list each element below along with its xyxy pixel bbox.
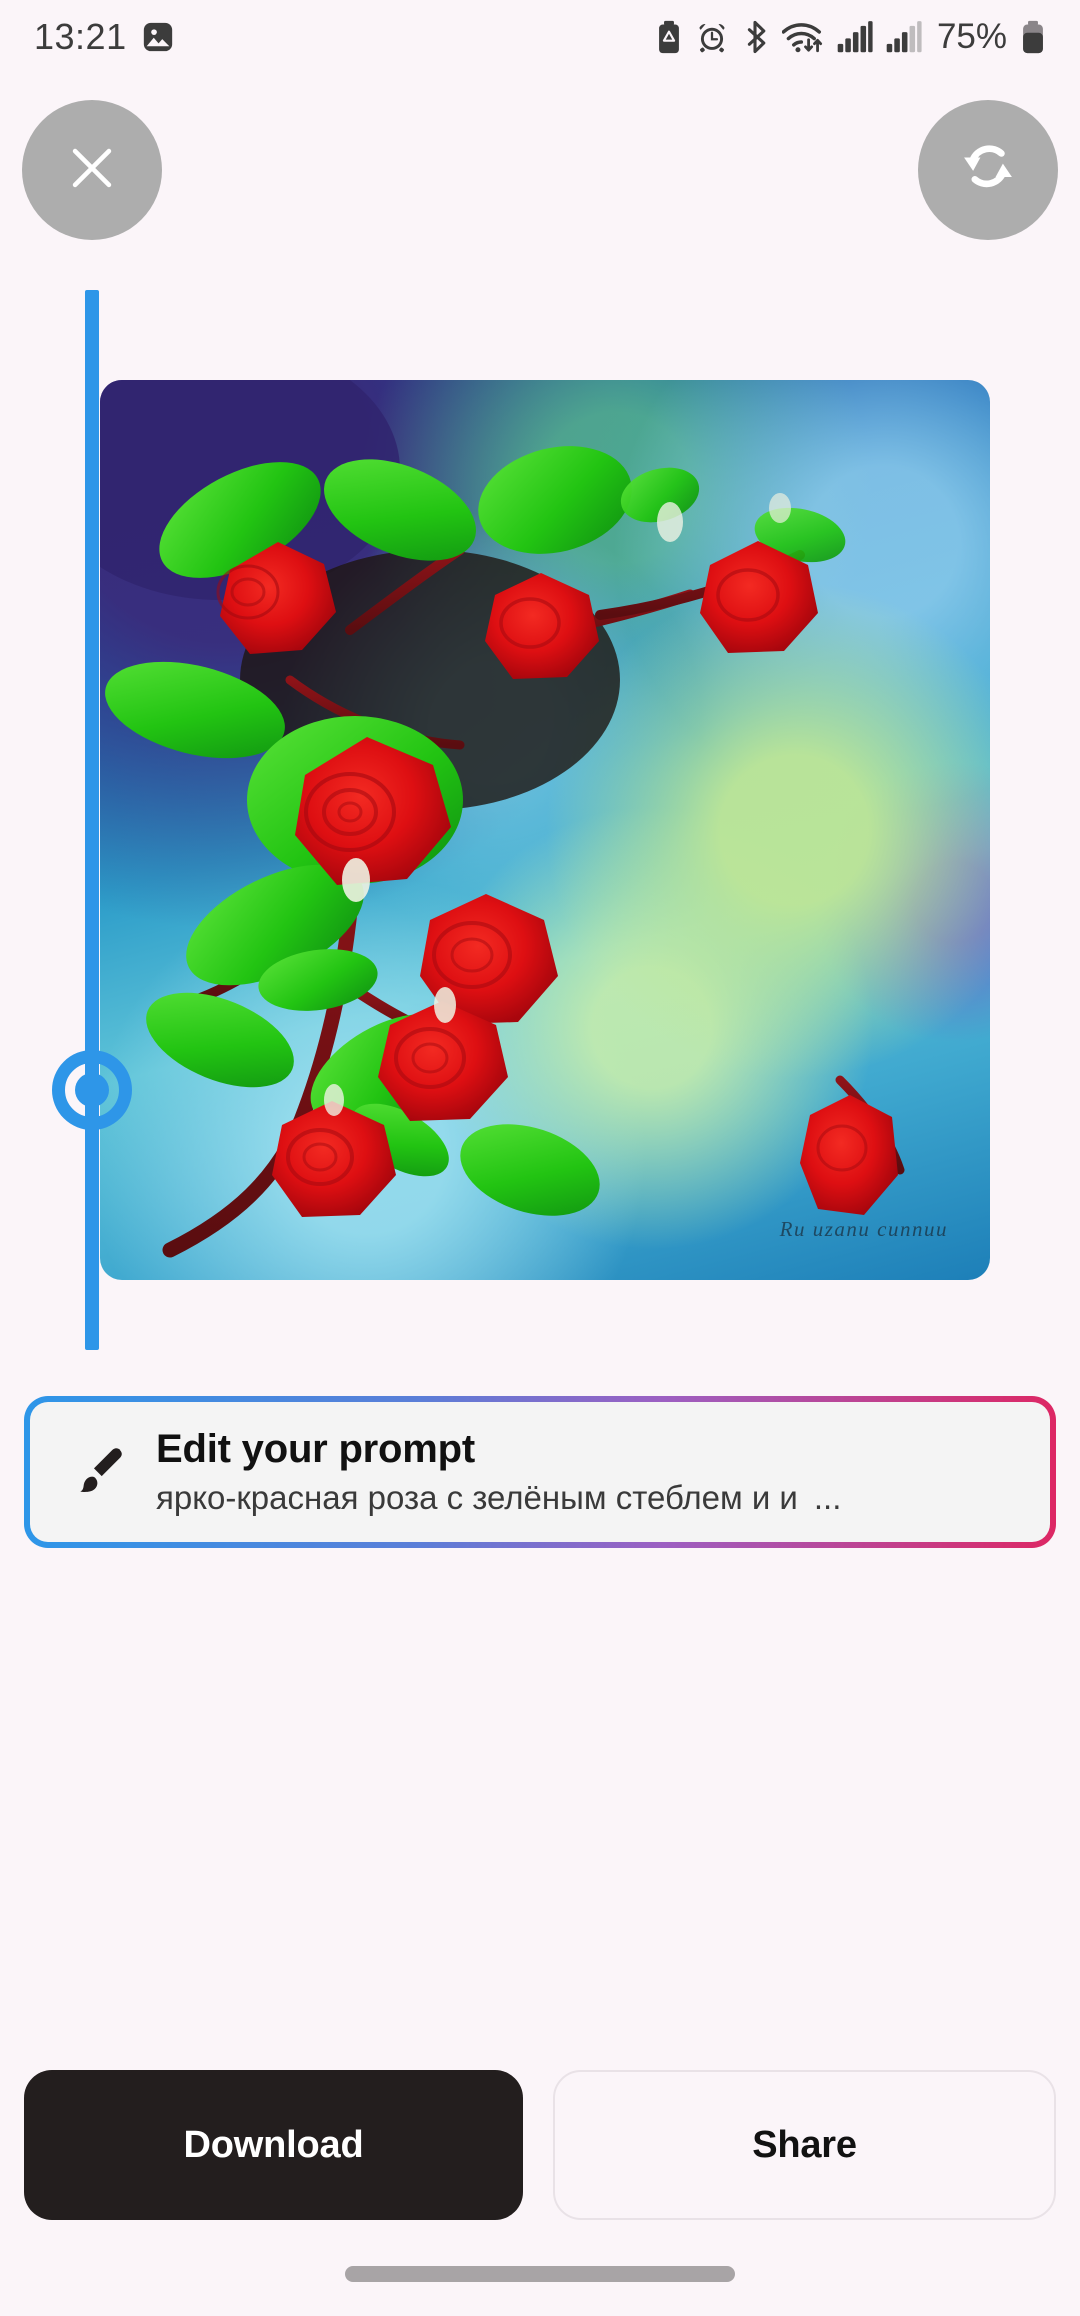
edit-prompt-value: ярко-красная роза с зелёным стеблем и и.… xyxy=(156,1478,1022,1518)
battery-icon xyxy=(1020,20,1046,54)
edit-prompt-title: Edit your prompt xyxy=(156,1426,476,1471)
status-bar-left: 13:21 xyxy=(34,16,175,58)
app-screen: 13:21 75% Ru uzanu cunnuu Edit your prom… xyxy=(0,0,1080,2316)
download-button[interactable]: Download xyxy=(24,2070,523,2220)
edit-prompt-text: Edit your prompt ярко-красная роза с зел… xyxy=(146,1427,1022,1517)
image-watermark: Ru uzanu cunnuu xyxy=(779,1217,948,1241)
regenerate-button[interactable] xyxy=(918,100,1058,240)
alarm-icon xyxy=(696,20,728,54)
share-button[interactable]: Share xyxy=(553,2070,1056,2220)
compare-slider-handle-dot xyxy=(75,1073,109,1107)
close-icon xyxy=(63,139,121,202)
signal-sim1-icon xyxy=(837,20,873,54)
wifi-icon xyxy=(781,20,824,54)
signal-sim2-icon xyxy=(886,20,922,54)
gallery-image-notification-icon xyxy=(141,20,175,54)
edit-prompt-ellipsis: ... xyxy=(813,1478,842,1516)
battery-saver-icon xyxy=(655,20,683,54)
close-button[interactable] xyxy=(22,100,162,240)
bottom-action-bar: Download Share xyxy=(0,2070,1080,2220)
status-bar: 13:21 75% xyxy=(0,0,1080,74)
generated-image-artwork xyxy=(100,380,905,1258)
status-bar-clock: 13:21 xyxy=(34,16,127,57)
battery-percent-label: 75% xyxy=(936,17,1007,56)
bluetooth-icon xyxy=(741,20,769,54)
generated-image[interactable]: Ru uzanu cunnuu xyxy=(100,380,990,1280)
paintbrush-icon xyxy=(60,1441,146,1503)
before-after-compare-slider[interactable] xyxy=(85,290,99,1350)
refresh-icon xyxy=(953,133,1023,208)
home-indicator[interactable] xyxy=(345,2266,735,2282)
edit-prompt-value-text: ярко-красная роза с зелёным стеблем и и xyxy=(156,1478,798,1516)
edit-prompt-card[interactable]: Edit your prompt ярко-красная роза с зел… xyxy=(24,1396,1056,1548)
status-bar-right: 75% xyxy=(655,17,1046,57)
image-preview-area: Ru uzanu cunnuu xyxy=(0,250,1080,1380)
